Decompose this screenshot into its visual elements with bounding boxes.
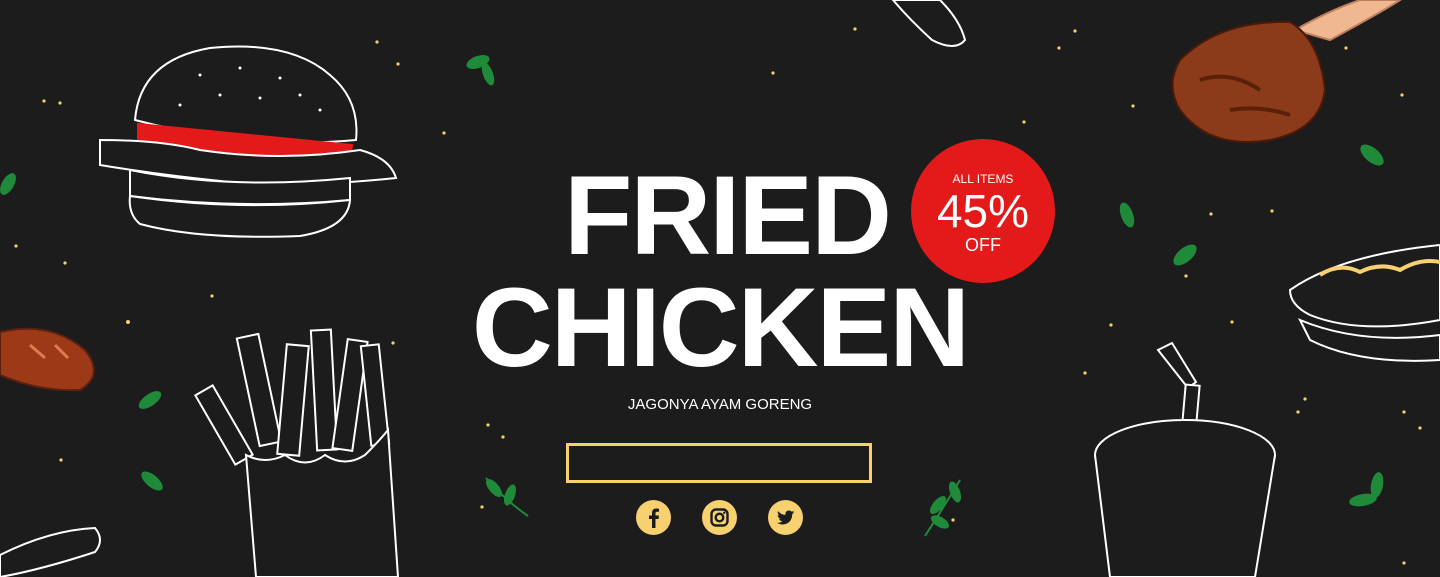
headline-line-2: CHICKEN (471, 265, 970, 390)
cta-button[interactable] (566, 443, 872, 483)
facebook-icon[interactable] (636, 500, 671, 535)
badge-label: ALL ITEMS (952, 172, 1014, 186)
social-links (636, 500, 803, 535)
badge-suffix: OFF (965, 235, 1001, 255)
headline-line-1: FRIED (564, 153, 892, 278)
badge-value: 45% (936, 185, 1030, 237)
tagline: JAGONYA AYAM GORENG (627, 396, 813, 413)
discount-badge: ALL ITEMS 45% OFF (911, 139, 1055, 283)
instagram-icon[interactable] (702, 500, 737, 535)
twitter-icon[interactable] (768, 500, 803, 535)
drumstick-illustration (1171, 0, 1402, 143)
promo-banner: FRIED CHICKEN ALL ITEMS 45% OFF JAGONYA … (0, 0, 1440, 577)
plate-illustration (0, 526, 101, 577)
pepper-illustration (891, 0, 967, 47)
